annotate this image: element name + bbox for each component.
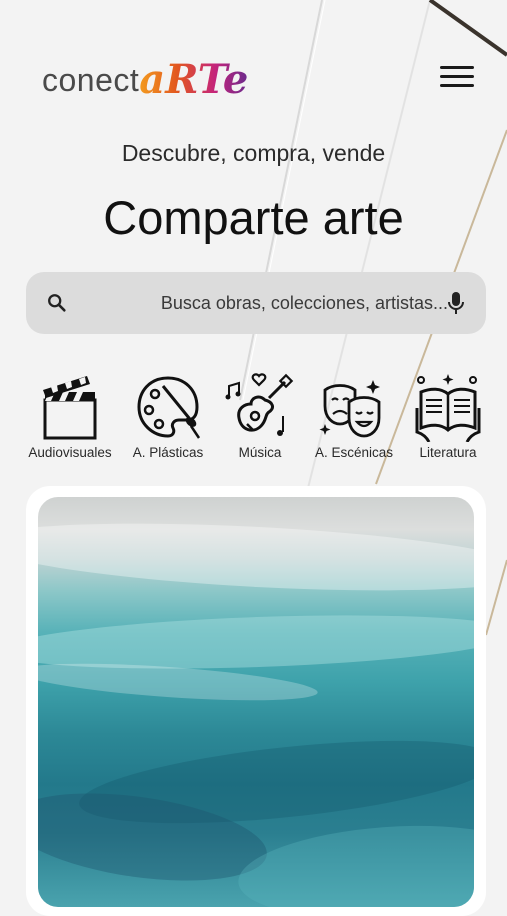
featured-card[interactable] (26, 486, 486, 916)
app-logo[interactable]: conect aRTe (42, 48, 248, 104)
guitar-icon (225, 373, 294, 436)
search-bar[interactable] (26, 272, 486, 334)
logo-accent: aRTe (139, 56, 249, 103)
category-plasticas[interactable]: A. Plásticas (120, 372, 216, 460)
palette-icon (137, 376, 201, 439)
category-label: Audiovisuales (28, 445, 112, 460)
category-musica[interactable]: Música (212, 372, 308, 460)
search-input[interactable] (126, 288, 448, 318)
category-label: A. Plásticas (132, 445, 204, 460)
microphone-icon[interactable] (446, 291, 466, 315)
category-escenicas[interactable]: A. Escénicas (306, 372, 402, 460)
menu-icon[interactable] (440, 66, 474, 90)
clapperboard-icon (43, 376, 97, 440)
category-label: Música (238, 445, 282, 460)
hero-subtitle: Descubre, compra, vende (121, 140, 386, 166)
category-audiovisuales[interactable]: Audiovisuales (22, 372, 118, 460)
search-icon[interactable] (46, 292, 68, 314)
open-book-icon (415, 374, 481, 442)
page-title: Comparte arte (103, 191, 404, 244)
category-literatura[interactable]: Literatura (400, 372, 496, 460)
logo-prefix: conect (42, 62, 140, 98)
theater-masks-icon (319, 380, 381, 438)
featured-artwork-image[interactable] (38, 497, 474, 907)
category-label: A. Escénicas (314, 445, 394, 460)
category-label: Literatura (419, 445, 477, 460)
